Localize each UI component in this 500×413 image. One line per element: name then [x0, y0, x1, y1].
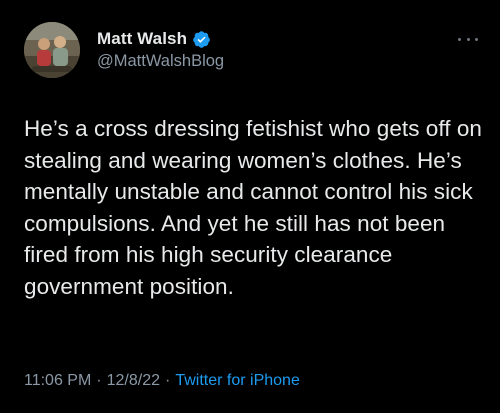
separator-dot: ·	[96, 372, 102, 389]
tweet-source-link[interactable]: Twitter for iPhone	[175, 372, 300, 390]
name-row: Matt Walsh	[97, 28, 224, 50]
tweet-text: He’s a cross dressing fetishist who gets…	[24, 116, 482, 299]
tweet-time[interactable]: 11:06 PM	[24, 372, 91, 390]
tweet-date[interactable]: 12/8/22	[107, 372, 160, 390]
author-handle[interactable]: @MattWalshBlog	[97, 52, 224, 71]
avatar[interactable]	[24, 22, 80, 78]
separator-dot: ·	[165, 372, 171, 389]
verified-badge-icon	[192, 30, 211, 49]
more-dots-icon[interactable]	[458, 34, 478, 44]
dot	[466, 37, 470, 41]
dot	[475, 37, 478, 41]
tweet-metadata: 11:06 PM · 12/8/22 · Twitter for iPhone	[24, 372, 300, 390]
author-block: Matt Walsh @MattWalshBlog	[97, 28, 224, 71]
author-display-name[interactable]: Matt Walsh	[97, 29, 187, 49]
dot	[458, 37, 461, 41]
tweet-card: Matt Walsh @MattWalshBlog He’s a cross d…	[0, 0, 500, 413]
